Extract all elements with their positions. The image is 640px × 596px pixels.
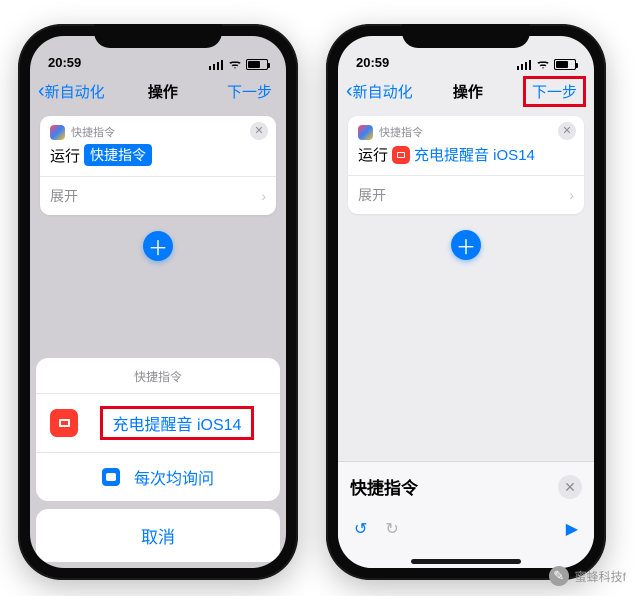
add-action-button[interactable]: ＋	[451, 230, 481, 260]
home-indicator[interactable]	[411, 559, 521, 564]
redo-button[interactable]: ↻	[385, 519, 398, 539]
back-label: 新自动化	[45, 81, 105, 102]
expand-row[interactable]: 展开 ›	[348, 175, 584, 214]
screen-right: 20:59 ‹ 新自动化 操作 下一步	[338, 36, 594, 568]
card-app-label: 快捷指令	[379, 124, 423, 140]
cancel-label: 取消	[141, 528, 175, 547]
chevron-right-icon: ›	[569, 187, 574, 203]
card-app-label: 快捷指令	[71, 124, 115, 140]
selected-shortcut-label[interactable]: 充电提醒音 iOS14	[414, 144, 535, 165]
ask-icon	[102, 468, 120, 486]
shortcut-placeholder-pill[interactable]: 快捷指令	[84, 144, 152, 166]
play-button[interactable]: ▶	[566, 519, 578, 539]
sheet-title: 快捷指令	[36, 358, 280, 393]
back-button[interactable]: ‹ 新自动化	[38, 81, 105, 102]
notch	[94, 24, 222, 48]
page-title: 操作	[453, 81, 483, 102]
remove-card-button[interactable]: ✕	[558, 122, 576, 140]
run-shortcut-card[interactable]: 快捷指令 ✕ 运行 快捷指令 展开 ›	[40, 116, 276, 215]
add-action-button[interactable]: ＋	[143, 231, 173, 261]
signal-icon	[517, 60, 532, 70]
bottom-panel: 快捷指令 ✕ ↺ ↻ ▶	[338, 461, 594, 568]
status-time: 20:59	[48, 55, 81, 70]
phone-left: 20:59 ‹ 新自动化 操作 下一步	[18, 24, 298, 580]
next-button[interactable]: 下一步	[523, 76, 586, 107]
status-icons	[209, 59, 268, 70]
panel-title: 快捷指令	[350, 474, 550, 499]
battery-icon	[554, 59, 576, 70]
nav-bar: ‹ 新自动化 操作 下一步	[30, 72, 286, 110]
next-button[interactable]: 下一步	[221, 79, 278, 104]
phone-right: 20:59 ‹ 新自动化 操作 下一步	[326, 24, 606, 580]
back-label: 新自动化	[353, 81, 413, 102]
sheet-option-ask[interactable]: 每次均询问	[36, 452, 280, 501]
run-prefix: 运行	[358, 144, 388, 165]
ask-label: 每次均询问	[134, 465, 214, 489]
screen-left: 20:59 ‹ 新自动化 操作 下一步	[30, 36, 286, 568]
content-area: 快捷指令 ✕ 运行 充电提醒音 iOS14 展开 › ＋	[338, 110, 594, 260]
battery-shortcut-icon	[392, 146, 410, 164]
expand-label: 展开	[358, 185, 386, 205]
watermark-text: 蜜蜂科技f	[575, 568, 626, 585]
status-icons	[517, 59, 576, 70]
battery-shortcut-icon	[50, 409, 78, 437]
undo-button[interactable]: ↺	[354, 519, 367, 539]
battery-icon	[246, 59, 268, 70]
sheet-option-shortcut[interactable]: 充电提醒音 iOS14	[36, 393, 280, 452]
nav-bar: ‹ 新自动化 操作 下一步	[338, 72, 594, 110]
signal-icon	[209, 60, 224, 70]
chevron-left-icon: ‹	[346, 81, 353, 101]
shortcut-picker-sheet: 快捷指令 充电提醒音 iOS14 每次均询问 取消	[36, 358, 280, 562]
watermark: ✎ 蜜蜂科技f	[549, 566, 626, 586]
remove-card-button[interactable]: ✕	[250, 122, 268, 140]
next-label: 下一步	[532, 84, 577, 101]
chevron-right-icon: ›	[261, 188, 266, 204]
status-time: 20:59	[356, 55, 389, 70]
shortcut-option-label: 充电提醒音 iOS14	[113, 417, 242, 434]
highlight-box: 充电提醒音 iOS14	[100, 406, 255, 440]
back-button[interactable]: ‹ 新自动化	[346, 81, 413, 102]
content-area: 快捷指令 ✕ 运行 快捷指令 展开 › ＋	[30, 110, 286, 261]
sheet-cancel-button[interactable]: 取消	[36, 509, 280, 562]
shortcuts-app-icon	[50, 125, 65, 140]
expand-label: 展开	[50, 186, 78, 206]
run-prefix: 运行	[50, 145, 80, 166]
expand-row[interactable]: 展开 ›	[40, 176, 276, 215]
wifi-icon	[228, 60, 242, 70]
wechat-icon: ✎	[549, 566, 569, 586]
notch	[402, 24, 530, 48]
chevron-left-icon: ‹	[38, 81, 45, 101]
page-title: 操作	[148, 81, 178, 102]
run-shortcut-card[interactable]: 快捷指令 ✕ 运行 充电提醒音 iOS14 展开 ›	[348, 116, 584, 214]
shortcuts-app-icon	[358, 125, 373, 140]
wifi-icon	[536, 60, 550, 70]
panel-close-button[interactable]: ✕	[558, 475, 582, 499]
